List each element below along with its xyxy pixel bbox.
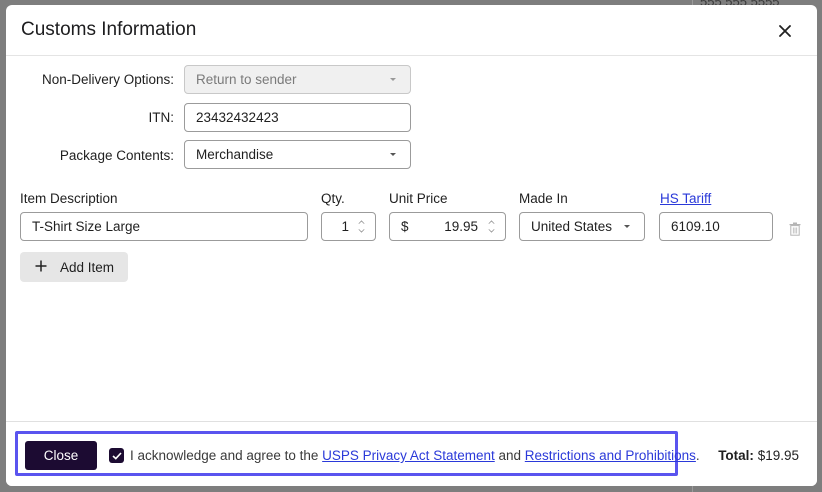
ack-suffix: .: [695, 448, 700, 463]
customs-modal: Customs Information Non-Delivery Options…: [6, 5, 817, 486]
non-delivery-select[interactable]: Return to sender: [184, 65, 411, 94]
order-total: Total: $19.95: [718, 448, 799, 463]
ack-prefix: I acknowledge and agree to the: [130, 448, 319, 463]
non-delivery-value: Return to sender: [196, 72, 297, 87]
unit-price-value: 19.95: [444, 219, 478, 234]
package-contents-label: Package Contents:: [59, 148, 174, 163]
hs-tariff-value: 6109.10: [671, 219, 720, 234]
unit-price-stepper[interactable]: $ 19.95: [389, 212, 506, 241]
ack-and: and: [498, 448, 522, 463]
restrictions-link[interactable]: Restrictions and Prohibitions: [525, 448, 696, 463]
header-made-in: Made In: [519, 191, 568, 206]
modal-title: Customs Information: [21, 19, 197, 40]
itn-input[interactable]: 23432432423: [184, 103, 411, 132]
check-icon: [111, 451, 122, 460]
item-description-value: T-Shirt Size Large: [32, 219, 141, 234]
hs-tariff-link[interactable]: HS Tariff: [660, 191, 711, 206]
made-in-value: United States: [531, 219, 613, 234]
itn-value: 23432432423: [196, 110, 279, 125]
add-item-label: Add Item: [60, 259, 115, 275]
header-qty: Qty.: [321, 191, 345, 206]
close-icon[interactable]: [774, 20, 796, 42]
close-button[interactable]: Close: [25, 441, 97, 470]
acknowledge-text: I acknowledge and agree to the USPS Priv…: [130, 448, 700, 463]
item-description-input[interactable]: T-Shirt Size Large: [20, 212, 308, 241]
modal-header: Customs Information: [6, 5, 817, 56]
modal-footer: Close I acknowledge and agree to the USP…: [6, 421, 817, 486]
qty-value: 1: [341, 219, 349, 234]
hs-tariff-input[interactable]: 6109.10: [659, 212, 773, 241]
acknowledge-checkbox[interactable]: [109, 448, 124, 463]
spinner-icon[interactable]: [488, 217, 496, 236]
itn-label: ITN:: [148, 110, 175, 125]
add-item-button[interactable]: Add Item: [20, 252, 128, 282]
plus-icon: [35, 260, 47, 275]
privacy-act-link[interactable]: USPS Privacy Act Statement: [322, 448, 495, 463]
header-item-description: Item Description: [20, 191, 118, 206]
chevron-down-icon: [390, 153, 396, 156]
made-in-select[interactable]: United States: [519, 212, 645, 241]
package-contents-select[interactable]: Merchandise: [184, 140, 411, 169]
trash-icon[interactable]: [789, 222, 801, 236]
package-contents-value: Merchandise: [196, 147, 274, 162]
spinner-icon[interactable]: [358, 217, 366, 236]
non-delivery-label: Non-Delivery Options:: [41, 72, 174, 87]
total-label: Total:: [718, 448, 754, 463]
header-unit-price: Unit Price: [389, 191, 448, 206]
qty-stepper[interactable]: 1: [321, 212, 376, 241]
currency-symbol: $: [401, 219, 409, 234]
chevron-down-icon: [624, 225, 630, 228]
total-value: $19.95: [757, 448, 799, 463]
chevron-down-icon: [390, 78, 396, 81]
